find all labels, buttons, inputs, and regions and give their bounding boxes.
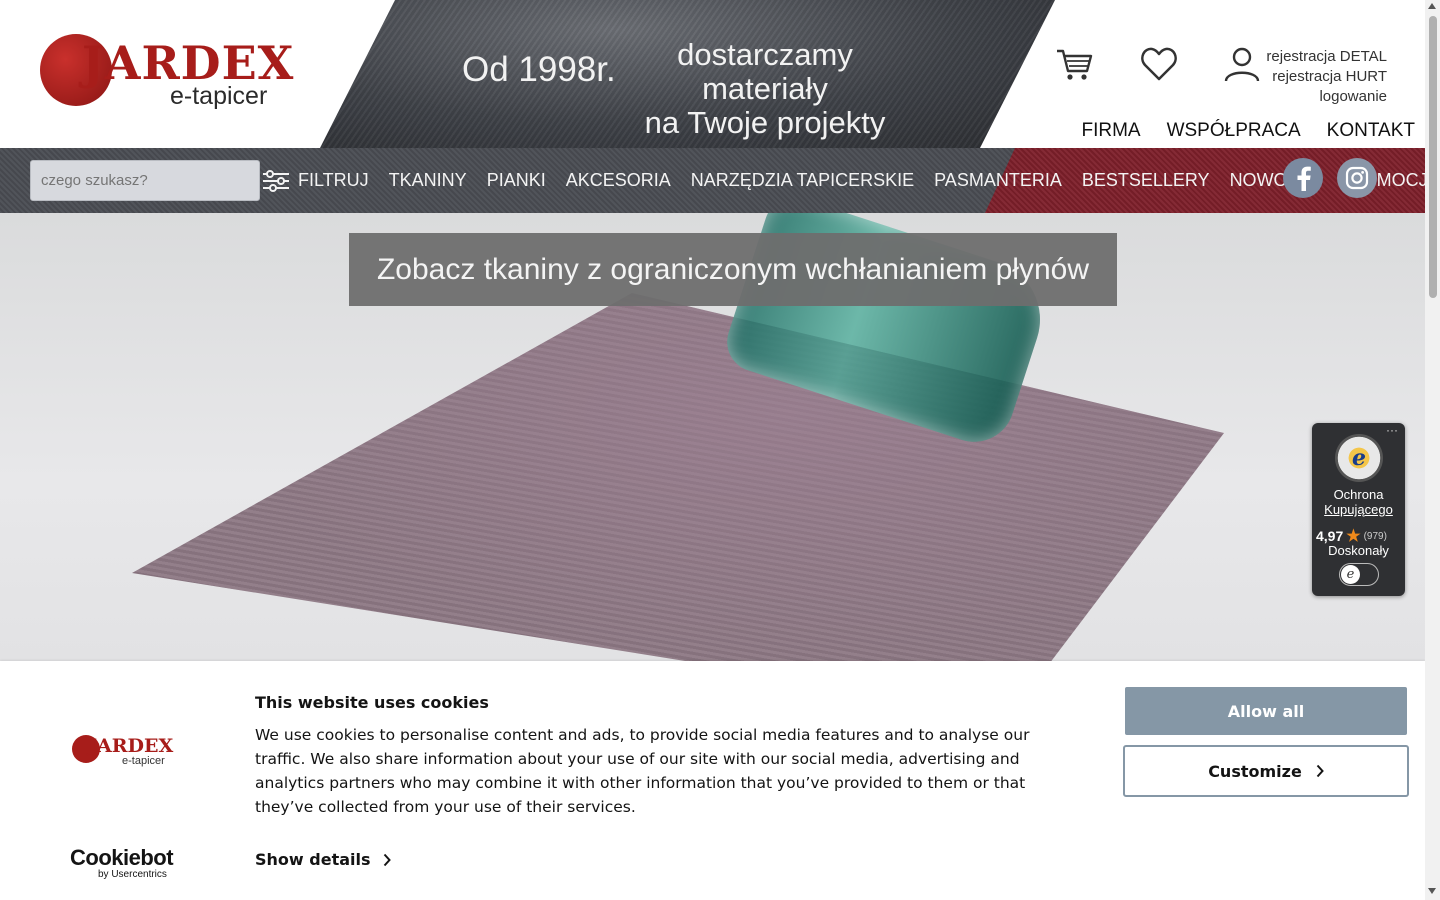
rating-count: (979) <box>1363 530 1387 542</box>
filter-button[interactable]: FILTRUJ <box>262 169 369 193</box>
sliders-icon <box>263 169 289 192</box>
site-header: JARDEX e-tapicer Od 1998r. dostarczamy m… <box>0 0 1425 148</box>
top-menu-firma[interactable]: FIRMA <box>1081 120 1140 142</box>
facebook-button[interactable] <box>1283 158 1323 198</box>
allow-all-button[interactable]: Allow all <box>1125 687 1407 735</box>
hero-caption[interactable]: Zobacz tkaniny z ograniczonym wchłaniani… <box>349 233 1117 306</box>
instagram-icon <box>1345 166 1369 190</box>
buyer-protection-label: Ochrona Kupującego <box>1312 487 1405 517</box>
show-details-link[interactable]: Show details <box>255 850 391 869</box>
badge-toggle[interactable]: e <box>1339 563 1379 586</box>
rating-grade: Doskonały <box>1328 543 1389 558</box>
top-menu: FIRMA WSPÓŁPRACA KONTAKT <box>1081 120 1415 142</box>
facebook-icon <box>1297 166 1311 191</box>
user-icon <box>1224 47 1260 82</box>
nav-item-pianki[interactable]: PIANKI <box>487 170 546 191</box>
chevron-right-icon <box>1316 764 1324 778</box>
logo-subtitle: e-tapicer <box>170 82 268 110</box>
buyer-protection-line-1: Ochrona <box>1333 487 1384 502</box>
seal-letter: e <box>1352 445 1366 471</box>
heart-icon <box>1141 47 1177 81</box>
customize-button[interactable]: Customize <box>1123 745 1409 797</box>
page-scrollbar[interactable] <box>1425 0 1440 900</box>
site-logo[interactable]: JARDEX e-tapicer <box>38 30 298 120</box>
instagram-button[interactable] <box>1337 158 1377 198</box>
buyer-protection-line-2: Kupującego <box>1324 502 1393 517</box>
top-menu-kontakt[interactable]: KONTAKT <box>1327 120 1415 142</box>
search-input[interactable] <box>30 160 260 201</box>
nav-items: FILTRUJ TKANINY PIANKI AKCESORIA NARZĘDZ… <box>262 148 1440 213</box>
wishlist-button[interactable] <box>1139 44 1179 84</box>
register-retail-link[interactable]: rejestracja DETAL <box>1266 47 1387 67</box>
cookie-banner-logo: JARDEX e-tapicer <box>70 733 180 769</box>
hero-banner[interactable]: Zobacz tkaniny z ograniczonym wchłaniani… <box>0 213 1425 663</box>
trusted-shops-badge[interactable]: ··· e Ochrona Kupującego 4,97 ★ (979) Do… <box>1312 423 1405 596</box>
cookiebot-name: Cookiebot <box>70 845 174 870</box>
cookiebot-by: by Usercentrics <box>98 869 167 880</box>
trusted-shops-seal-icon: e <box>1335 434 1383 482</box>
cookie-title: This website uses cookies <box>255 693 489 712</box>
main-nav: FILTRUJ TKANINY PIANKI AKCESORIA NARZĘDZ… <box>0 148 1428 213</box>
mini-logo-subtitle: e-tapicer <box>122 755 165 767</box>
header-claim: dostarczamy materiały na Twoje projekty <box>612 38 918 140</box>
cookie-text: We use cookies to personalise content an… <box>255 726 1030 816</box>
claim-line-1: dostarczamy materiały <box>677 37 853 106</box>
login-link[interactable]: logowanie <box>1266 87 1387 107</box>
cart-icon <box>1057 49 1093 80</box>
cart-button[interactable] <box>1054 44 1094 84</box>
claim-line-2: na Twoje projekty <box>644 105 886 140</box>
badge-more-icon[interactable]: ··· <box>1386 423 1398 437</box>
rating-value: 4,97 <box>1316 528 1344 544</box>
register-wholesale-link[interactable]: rejestracja HURT <box>1266 67 1387 87</box>
scroll-down-arrow-icon[interactable] <box>1428 888 1436 894</box>
cookie-banner: JARDEX e-tapicer Cookiebot by Usercentri… <box>0 661 1425 900</box>
account-button[interactable] <box>1222 44 1262 84</box>
customize-label: Customize <box>1208 761 1302 781</box>
top-menu-wspolpraca[interactable]: WSPÓŁPRACA <box>1167 120 1301 142</box>
mini-logo-wordmark: JARDEX <box>88 735 174 757</box>
account-links: rejestracja DETAL rejestracja HURT logow… <box>1266 47 1387 107</box>
nav-item-bestsellery[interactable]: BESTSELLERY <box>1082 170 1210 191</box>
show-details-label: Show details <box>255 850 371 869</box>
scrollbar-thumb[interactable] <box>1429 16 1437 298</box>
nav-item-akcesoria[interactable]: AKCESORIA <box>566 170 671 191</box>
trusted-shops-e-icon: e <box>1341 565 1360 584</box>
nav-item-narzedzia[interactable]: NARZĘDZIA TAPICERSKIE <box>691 170 914 191</box>
chevron-right-icon <box>383 853 391 866</box>
since-year: Od 1998r. <box>462 50 616 89</box>
filter-label: FILTRUJ <box>298 170 369 190</box>
scroll-up-arrow-icon[interactable] <box>1428 3 1436 9</box>
hero-fabric-image <box>132 293 1224 663</box>
nav-item-tkaniny[interactable]: TKANINY <box>389 170 467 191</box>
nav-item-pasmanteria[interactable]: PASMANTERIA <box>934 170 1062 191</box>
cookiebot-logo: Cookiebot by Usercentrics <box>70 845 174 880</box>
